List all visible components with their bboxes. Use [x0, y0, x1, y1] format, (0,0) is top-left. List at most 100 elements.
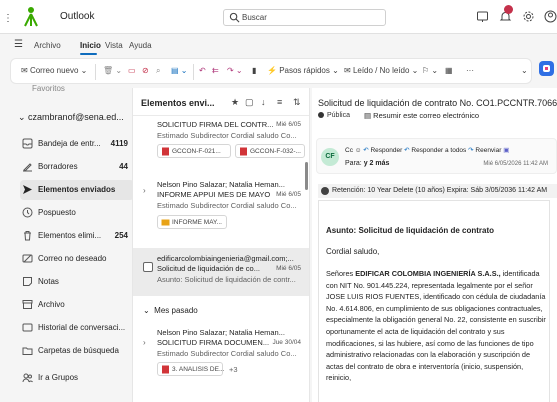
- archive-icon[interactable]: ▭: [128, 66, 136, 75]
- attachment-chip[interactable]: INFORME MAY...: [157, 215, 227, 229]
- teams-icon[interactable]: ▣: [503, 147, 509, 154]
- tab-inicio[interactable]: Inicio: [80, 41, 101, 50]
- reply-button[interactable]: Responder: [370, 147, 402, 154]
- message-date: Mié 6/05: [276, 191, 301, 198]
- select-icon[interactable]: ▢: [245, 97, 254, 108]
- folder-historial[interactable]: Historial de conversaci...: [22, 318, 134, 338]
- account-node[interactable]: ⌄ czambranof@sena.ed...: [18, 112, 124, 123]
- more-options-icon[interactable]: ···: [466, 66, 474, 75]
- app-launcher-icon[interactable]: ⋮: [3, 13, 13, 24]
- emoji-icon[interactable]: ☺: [355, 147, 362, 154]
- settings-icon[interactable]: [522, 10, 535, 23]
- attachment-name: GCCON-F-021...: [172, 148, 221, 155]
- search-box[interactable]: Buscar: [223, 9, 386, 26]
- folder-count: 4119: [110, 139, 128, 148]
- select-checkbox[interactable]: [143, 262, 153, 272]
- folder-label: Carpetas de búsqueda: [38, 346, 119, 355]
- outlook-window: ⋮ Outlook Buscar ☰ Archivo Inicio Vista …: [0, 0, 557, 402]
- pdf-icon: [240, 147, 247, 156]
- attachment-chip[interactable]: GCCON-F-032-...: [235, 144, 305, 158]
- copilot-icon[interactable]: [538, 60, 555, 77]
- list-item[interactable]: › Nelson Pino Salazar; Natalia Heman... …: [133, 320, 309, 400]
- message-preview: Estimado Subdirector Cordial saludo Co..…: [157, 131, 297, 140]
- flag-icon[interactable]: ⚐ ⌄: [422, 66, 438, 75]
- list-item[interactable]: › Nelson Pino Salazar; Natalia Heman... …: [133, 168, 309, 248]
- favorite-star-icon[interactable]: ★: [231, 97, 239, 108]
- new-mail-button[interactable]: ✉ Correo nuevo ⌄: [21, 66, 87, 75]
- folder-eliminados[interactable]: Elementos elimi... 254: [22, 226, 134, 246]
- draft-icon: [23, 163, 32, 172]
- delete-icon[interactable]: 🗑 ⌄: [103, 66, 122, 75]
- jump-to-icon[interactable]: ↓: [261, 97, 266, 107]
- sweep-icon[interactable]: ⌕: [156, 66, 160, 76]
- list-header: Elementos envi... ★ ▢ ↓ ≡ ⇅: [133, 88, 309, 116]
- reply-all-icon[interactable]: ↶: [404, 147, 409, 154]
- attachment-chip[interactable]: GCCON-F-021...: [157, 144, 231, 158]
- section-header[interactable]: ⌄ Mes pasado: [143, 306, 198, 315]
- app-title: Outlook: [60, 11, 95, 22]
- folder-notas[interactable]: Notas: [22, 272, 134, 292]
- message-preview: Estimado Subdirector Cordial saludo Co..…: [157, 201, 297, 210]
- folder-bandeja[interactable]: Bandeja de entr... 4119: [22, 134, 134, 154]
- ribbon-divider: [193, 64, 194, 80]
- message-preview: Estimado Subdirector Cordial saludo Co..…: [157, 349, 297, 358]
- list-item[interactable]: SOLICITUD FIRMA DEL CONTR... Mié 6/05 Es…: [133, 116, 309, 166]
- folder-label: Borradores: [38, 162, 78, 171]
- tab-archivo[interactable]: Archivo: [34, 41, 61, 50]
- folder-pospuesto[interactable]: Pospuesto: [22, 203, 134, 223]
- folder-no-deseado[interactable]: Correo no deseado: [22, 249, 134, 269]
- message-list: Elementos envi... ★ ▢ ↓ ≡ ⇅ SOLICITUD FI…: [132, 88, 310, 402]
- ribbon-toolbar: ✉ Correo nuevo ⌄ 🗑 ⌄ ▭ ⊘ ⌕ ▤ ⌄ ↶ ⇇ ↷ ⌄ ▮…: [10, 58, 532, 84]
- list-scrollbar[interactable]: [305, 162, 308, 190]
- report-icon[interactable]: ⊘: [142, 66, 149, 75]
- go-to-groups[interactable]: Ir a Grupos: [22, 368, 134, 388]
- search-placeholder: Buscar: [242, 13, 267, 22]
- junk-icon: [22, 254, 33, 263]
- categorize-icon[interactable]: ▮: [252, 66, 256, 75]
- forward-button[interactable]: Reenviar: [475, 147, 501, 154]
- read-unread-button[interactable]: ✉ Leído / No leído ⌄: [344, 66, 418, 75]
- reply-all-button[interactable]: Responder a todos: [411, 147, 466, 154]
- expand-chevron-icon[interactable]: ›: [143, 186, 146, 195]
- quick-steps-button[interactable]: ⚡ Pasos rápidos ⌄: [267, 66, 339, 75]
- list-item-selected[interactable]: edificarcolombiaingenieria@gmail.com;...…: [133, 248, 309, 296]
- to-value: y 2 más: [363, 160, 390, 167]
- sort-icon[interactable]: ⇅: [293, 97, 301, 108]
- recipients[interactable]: Para: y 2 más: [345, 160, 389, 167]
- filter-icon[interactable]: ≡: [277, 97, 282, 107]
- message-subject: INFORME APPUI MES DE MAYO: [157, 190, 271, 199]
- archive-icon: [22, 300, 33, 309]
- expand-chevron-icon[interactable]: ›: [143, 338, 146, 347]
- move-to-icon[interactable]: ▤ ⌄: [171, 66, 187, 75]
- whiteboard-icon[interactable]: [476, 10, 489, 23]
- reply-icon[interactable]: ↶: [199, 66, 206, 75]
- reply-icon[interactable]: ↶: [363, 147, 368, 154]
- summarize-button[interactable]: ▤ Resumir este correo electrónico: [364, 111, 479, 120]
- tab-vista[interactable]: Vista: [105, 41, 123, 50]
- forward-icon[interactable]: ↷ ⌄: [227, 66, 243, 75]
- folder-enviados[interactable]: Elementos enviados: [20, 180, 134, 200]
- retention-banner: Retención: 10 Year Delete (10 años) Expi…: [318, 184, 557, 198]
- avatar[interactable]: CF: [321, 148, 339, 166]
- folder-busqueda[interactable]: Carpetas de búsqueda: [22, 341, 134, 361]
- ribbon-expand-icon[interactable]: ⌄: [521, 66, 528, 75]
- tab-ayuda[interactable]: Ayuda: [129, 41, 152, 50]
- message-subject: SOLICITUD FIRMA DOCUMEN...: [157, 338, 270, 347]
- hamburger-icon[interactable]: ☰: [14, 39, 23, 50]
- attachment-chip[interactable]: 3. ANALISIS DE...: [157, 362, 224, 376]
- account-icon[interactable]: [544, 10, 557, 23]
- forward-icon[interactable]: ↷: [468, 147, 473, 154]
- ribbon-divider: [95, 64, 96, 80]
- email-body: Asunto: Solicitud de liquidación de cont…: [318, 200, 550, 402]
- message-date: Jue 30/04: [272, 339, 301, 346]
- reply-all-icon[interactable]: ⇇: [212, 66, 219, 75]
- sena-logo: [24, 7, 38, 27]
- clock-icon: [22, 207, 33, 218]
- more-attachments[interactable]: +3: [229, 365, 238, 374]
- visibility-tag: Pública: [318, 112, 350, 119]
- folder-borradores[interactable]: Borradores 44: [22, 157, 134, 177]
- print-icon[interactable]: ▦: [445, 66, 453, 75]
- notes-icon: [23, 277, 32, 286]
- top-bar: ⋮ Outlook Buscar: [0, 0, 557, 34]
- folder-archivo[interactable]: Archivo: [22, 295, 134, 315]
